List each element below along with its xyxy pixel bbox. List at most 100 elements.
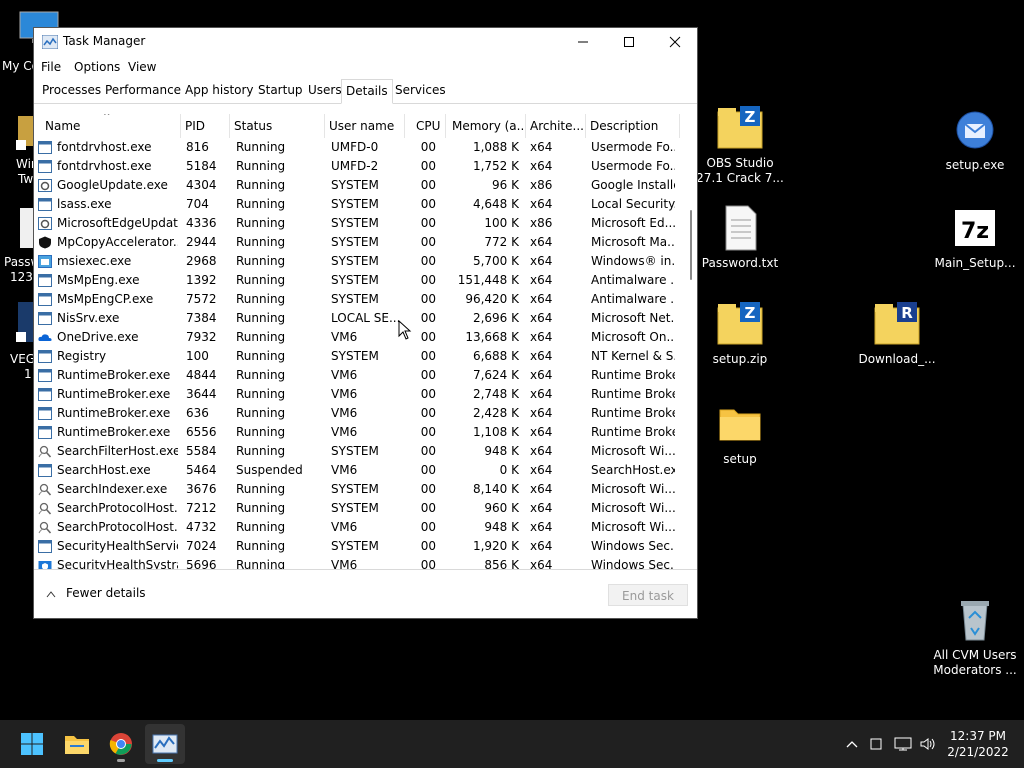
user-name-cell: VM6 bbox=[331, 406, 358, 420]
description-cell: Runtime Broker bbox=[591, 368, 675, 382]
tab-startup[interactable]: Startup bbox=[254, 79, 307, 101]
column-header-user-name[interactable]: User name bbox=[325, 114, 405, 138]
table-row[interactable]: OneDrive.exe 7932 Running VM6 00 13,668 Kx64 M… bbox=[34, 328, 680, 347]
table-row[interactable]: SecurityHealthSystra... 5696 Running VM6 00 8… bbox=[34, 556, 680, 569]
fewer-details-button[interactable]: Fewer details bbox=[46, 586, 146, 601]
table-row[interactable]: fontdrvhost.exe 816 Running UMFD-0 00 1,088 K… bbox=[34, 138, 680, 157]
table-row[interactable]: MicrosoftEdgeUpdat... 4336 Running SYSTEM 00… bbox=[34, 214, 680, 233]
desktop-icon-password-txt[interactable]: Password.txt bbox=[692, 204, 788, 271]
minimize-button[interactable] bbox=[560, 28, 606, 56]
table-row[interactable]: lsass.exe 704 Running SYSTEM 00 4,648 K x64 Loc… bbox=[34, 195, 680, 214]
table-row[interactable]: MpCopyAccelerator.... 2944 Running SYSTEM 00… bbox=[34, 233, 680, 252]
table-row[interactable]: SearchProtocolHost.... 4732 Running VM6 00 94… bbox=[34, 518, 680, 537]
taskbar-task-manager[interactable] bbox=[145, 724, 185, 764]
end-task-button[interactable]: End task bbox=[608, 584, 688, 606]
table-row[interactable]: RuntimeBroker.exe 6556 Running VM6 00 1,108 K… bbox=[34, 423, 680, 442]
tray-notes[interactable] bbox=[867, 720, 885, 768]
tab-users[interactable]: Users bbox=[304, 79, 346, 101]
memory-cell: 772 K bbox=[484, 235, 519, 249]
status-cell: Running bbox=[236, 292, 286, 306]
tray-network[interactable] bbox=[892, 720, 914, 768]
maximize-button[interactable] bbox=[606, 28, 652, 56]
column-header-label: Archite... bbox=[530, 119, 584, 133]
pid-cell: 2944 bbox=[186, 235, 217, 249]
table-row[interactable]: fontdrvhost.exe 5184 Running UMFD-2 00 1,752 … bbox=[34, 157, 680, 176]
svg-text:R: R bbox=[901, 304, 913, 322]
taskbar-file-explorer[interactable] bbox=[57, 724, 97, 764]
table-row[interactable]: RuntimeBroker.exe 636 Running VM6 00 2,428 K x… bbox=[34, 404, 680, 423]
close-button[interactable] bbox=[652, 28, 698, 56]
table-row[interactable]: msiexec.exe 2968 Running SYSTEM 00 5,700 K x64… bbox=[34, 252, 680, 271]
column-header-name[interactable]: Name ^ bbox=[34, 114, 181, 138]
table-row[interactable]: SecurityHealthServic... 7024 Running SYSTEM… bbox=[34, 537, 680, 556]
pid-cell: 7384 bbox=[186, 311, 217, 325]
menu-file[interactable]: File bbox=[41, 60, 61, 74]
status-cell: Running bbox=[236, 197, 286, 211]
architecture-cell: x64 bbox=[530, 273, 553, 287]
table-row[interactable]: MsMpEngCP.exe 7572 Running SYSTEM 00 96,420 K… bbox=[34, 290, 680, 309]
description-cell: Microsoft Net... bbox=[591, 311, 675, 325]
description-cell: NT Kernel & S... bbox=[591, 349, 675, 363]
desktop-icon-partial-3[interactable] bbox=[20, 208, 34, 248]
desktop-icon-label: Moderators ... bbox=[933, 663, 1017, 677]
desktop-icon-recycle-bin[interactable]: All CVM Users Moderators ... bbox=[927, 596, 1023, 678]
table-row[interactable]: RuntimeBroker.exe 4844 Running VM6 00 7,624 K… bbox=[34, 366, 680, 385]
table-row[interactable]: NisSrv.exe 7384 Running LOCAL SE... 00 2,696 … bbox=[34, 309, 680, 328]
table-row[interactable]: Registry 100 Running SYSTEM 00 6,688 K x64 NT K… bbox=[34, 347, 680, 366]
notes-icon bbox=[870, 738, 882, 750]
table-row[interactable]: SearchProtocolHost.... 7212 Running SYSTEM 0… bbox=[34, 499, 680, 518]
cpu-cell: 00 bbox=[420, 539, 436, 553]
desktop-icon-partial-4[interactable] bbox=[16, 302, 34, 342]
column-header-description[interactable]: Description bbox=[586, 114, 680, 138]
user-name-cell: VM6 bbox=[331, 387, 358, 401]
table-row[interactable]: SearchIndexer.exe 3676 Running SYSTEM 00 8,14… bbox=[34, 480, 680, 499]
architecture-cell: x64 bbox=[530, 501, 553, 515]
column-header-memory[interactable]: Memory (a... bbox=[446, 114, 526, 138]
menu-options[interactable]: Options bbox=[74, 60, 120, 74]
scrollbar-thumb[interactable] bbox=[690, 210, 692, 280]
desktop-label-partial: 123 bbox=[10, 270, 33, 284]
tab-services[interactable]: Services bbox=[391, 79, 450, 101]
desktop-icon-main-setup[interactable]: 7z Main_Setup... bbox=[927, 204, 1023, 271]
architecture-cell: x86 bbox=[530, 178, 553, 192]
taskbar: 12:37 PM 2/21/2022 bbox=[0, 720, 1024, 768]
show-hidden-icons-button[interactable] bbox=[842, 720, 862, 768]
architecture-cell: x86 bbox=[530, 216, 553, 230]
desktop-icon-partial-2[interactable] bbox=[14, 112, 36, 152]
pid-cell: 7024 bbox=[186, 539, 217, 553]
start-button[interactable] bbox=[12, 724, 52, 764]
column-header-label: User name bbox=[329, 119, 395, 133]
table-row[interactable]: SearchHost.exe 5464 Suspended VM6 00 0 K x64 Se… bbox=[34, 461, 680, 480]
table-row[interactable]: RuntimeBroker.exe 3644 Running VM6 00 2,748 K… bbox=[34, 385, 680, 404]
desktop-icon-setup-zip[interactable]: Z setup.zip bbox=[692, 300, 788, 367]
column-header-pid[interactable]: PID bbox=[181, 114, 230, 138]
desktop-icon-setup-exe[interactable]: setup.exe bbox=[927, 106, 1023, 173]
status-cell: Running bbox=[236, 368, 286, 382]
column-header-status[interactable]: Status bbox=[230, 114, 325, 138]
desktop-icon-obs-studio[interactable]: Z OBS Studio 27.1 Crack 7... bbox=[692, 104, 788, 186]
tray-volume[interactable] bbox=[917, 720, 939, 768]
user-name-cell: VM6 bbox=[331, 520, 358, 534]
taskbar-chrome[interactable] bbox=[101, 724, 141, 764]
title-bar[interactable]: Task Manager bbox=[34, 28, 697, 56]
recycle-bin-icon bbox=[961, 601, 989, 641]
tab-details[interactable]: Details bbox=[341, 79, 393, 104]
tab-performance[interactable]: Performance bbox=[101, 79, 185, 101]
svg-text:7z: 7z bbox=[961, 219, 989, 244]
status-cell: Running bbox=[236, 482, 286, 496]
cpu-cell: 00 bbox=[420, 197, 436, 211]
table-row[interactable]: GoogleUpdate.exe 4304 Running SYSTEM 00 96 K x… bbox=[34, 176, 680, 195]
table-row[interactable]: MsMpEng.exe 1392 Running SYSTEM 00 151,448 K x… bbox=[34, 271, 680, 290]
desktop-icon-download[interactable]: R Download_... bbox=[849, 300, 945, 367]
menu-view[interactable]: View bbox=[128, 60, 156, 74]
status-cell: Running bbox=[236, 406, 286, 420]
tab-app-history[interactable]: App history bbox=[181, 79, 258, 101]
table-row[interactable]: SearchFilterHost.exe 5584 Running SYSTEM 00 9… bbox=[34, 442, 680, 461]
column-header-cpu[interactable]: CPU bbox=[405, 114, 446, 138]
column-header-architecture[interactable]: Archite... bbox=[526, 114, 586, 138]
tab-processes[interactable]: Processes bbox=[38, 79, 105, 101]
taskbar-clock[interactable]: 12:37 PM 2/21/2022 bbox=[938, 728, 1018, 760]
desktop-icon-setup-folder[interactable]: setup bbox=[692, 400, 788, 467]
description-cell: Windows® in... bbox=[591, 254, 675, 268]
vertical-scrollbar[interactable] bbox=[686, 114, 696, 569]
